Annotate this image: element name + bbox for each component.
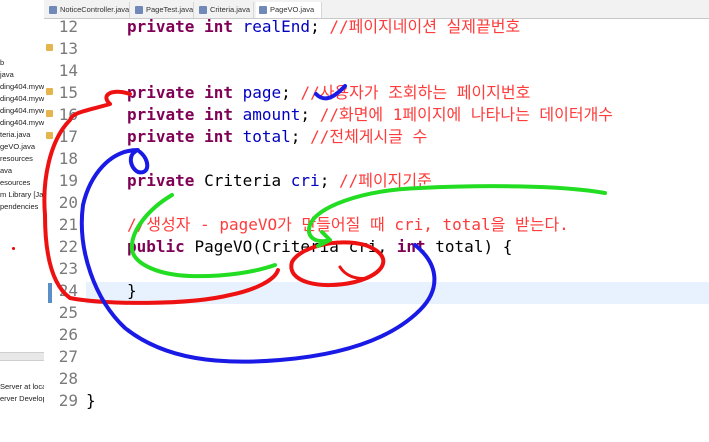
code-line-23: } [127,281,137,300]
line-number: 20 [58,193,78,212]
line-number: 22 [58,237,78,256]
line-number: 19 [58,171,78,190]
java-file-icon [199,6,207,14]
package-explorer: b java ding404.myw ding404.myw ding404.m… [0,0,45,442]
line-number: 18 [58,149,78,168]
code-line-20: //생성자 - pageVO가 만들어질 때 cri, total을 받는다. [127,215,569,234]
explorer-item[interactable]: b [0,58,4,68]
line-number: 28 [58,369,78,388]
code-line-28: } [86,391,96,410]
servers-panel-header [0,352,44,361]
override-marker-icon[interactable] [46,110,53,117]
server-item[interactable]: Server at local [0,382,44,392]
override-marker-icon[interactable] [46,44,53,51]
code-editor[interactable]: private int realEnd; //페이지네이션 실제끝번호 priv… [86,17,709,442]
code-line-21: public PageVO(Criteria cri, int total) { [127,237,513,256]
current-line-marker [48,283,52,303]
explorer-item[interactable]: geVO.java [0,142,35,152]
server-item[interactable]: erver Develope [0,394,44,404]
explorer-item[interactable]: ava [0,166,12,176]
line-number: 29 [58,391,78,410]
line-number-gutter: 12 13 14 15 16 17 18 19 20 21 22 23 24 2… [44,17,84,442]
line-number: 25 [58,303,78,322]
line-number: 27 [58,347,78,366]
override-marker-icon[interactable] [46,88,53,95]
explorer-item[interactable]: resources [0,154,33,164]
java-file-icon [259,6,267,14]
explorer-item[interactable]: esources [0,178,30,188]
code-line-18: private Criteria cri; //페이지기준 [127,171,432,190]
line-number: 12 [58,17,78,36]
line-number: 23 [58,259,78,278]
explorer-item[interactable]: ding404.myw [0,82,44,92]
override-marker-icon[interactable] [46,132,53,139]
explorer-item[interactable]: pendencies [0,202,38,212]
line-number: 26 [58,325,78,344]
line-number: 21 [58,215,78,234]
code-line-15: private int amount; //화면에 1페이지에 나타나는 데이터… [127,105,614,124]
explorer-item[interactable]: teria.java [0,130,30,140]
explorer-item[interactable]: java [0,70,14,80]
java-file-icon [49,6,57,14]
line-number: 14 [58,61,78,80]
code-line-12: private int realEnd; //페이지네이션 실제끝번호 [127,17,521,36]
explorer-item[interactable]: ding404.myw [0,118,44,128]
java-file-icon [135,6,143,14]
explorer-item[interactable]: ding404.myw [0,106,44,116]
code-line-14: private int page; //사용자가 조회하는 페이지번호 [127,83,531,102]
explorer-item[interactable]: m Library [Java [0,190,44,200]
ink-dot [12,247,15,250]
code-line-16: private int total; //전체게시글 수 [127,127,428,146]
explorer-item[interactable]: ding404.myw [0,94,44,104]
